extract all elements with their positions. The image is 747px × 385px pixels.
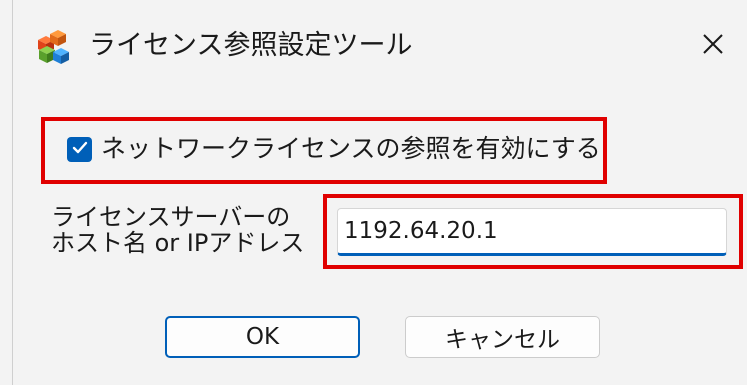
app-cubes-icon [35, 30, 69, 64]
host-label-line1: ライセンスサーバーの [51, 203, 291, 231]
screen: ライセンス参照設定ツール ネットワークライセンスの参照を有効にする ライセンスサ… [0, 0, 747, 385]
network-license-checkbox[interactable] [67, 137, 92, 162]
ok-button[interactable]: OK [165, 316, 360, 358]
license-settings-dialog: ライセンス参照設定ツール ネットワークライセンスの参照を有効にする ライセンスサ… [12, 0, 747, 385]
close-button[interactable] [693, 26, 733, 66]
window-title: ライセンス参照設定ツール [89, 30, 413, 61]
close-icon [701, 32, 725, 60]
host-input-highlight [323, 194, 743, 269]
network-license-label[interactable]: ネットワークライセンスの参照を有効にする [101, 131, 601, 167]
title-bar[interactable]: ライセンス参照設定ツール [13, 0, 747, 88]
cancel-button[interactable]: キャンセル [405, 316, 600, 358]
host-input[interactable] [337, 208, 727, 256]
host-field-label: ライセンスサーバーの ホスト名 or IPアドレス [51, 204, 304, 256]
checkmark-icon [71, 139, 89, 161]
host-label-line2: ホスト名 or IPアドレス [51, 229, 305, 257]
network-license-option: ネットワークライセンスの参照を有効にする [41, 117, 607, 184]
